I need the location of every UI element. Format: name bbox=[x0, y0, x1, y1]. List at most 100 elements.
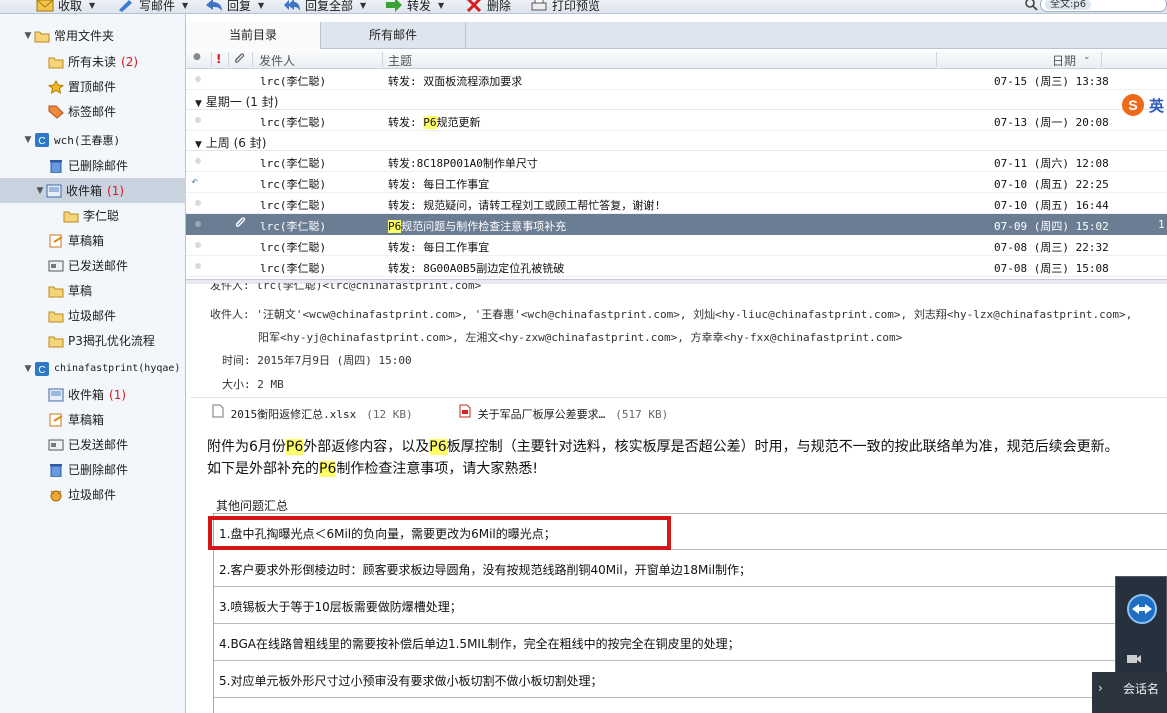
group-header-monday[interactable]: ▼ 星期一 (1 封) bbox=[186, 90, 1167, 110]
collapse-triangle-icon[interactable]: ▼ bbox=[195, 99, 202, 109]
read-dot-icon[interactable] bbox=[195, 117, 201, 123]
tab-current-folder[interactable]: 当前目录 bbox=[186, 22, 321, 49]
read-dot-icon[interactable] bbox=[195, 221, 201, 227]
folder-sidebar: ▼ 常用文件夹 所有未读 (2) 置顶邮件 标签邮件 ▼ C wch(王春惠) 已… bbox=[0, 14, 186, 713]
list-tabs: 当前目录 所有邮件 bbox=[186, 22, 1167, 49]
folder-icon bbox=[34, 31, 50, 42]
message-row[interactable]: ↶ lrc(李仁聪) 转发: 每日工作事宜 07-10 (周五) 22:25 bbox=[186, 172, 1167, 193]
folder-all-unread[interactable]: 所有未读 (2) bbox=[0, 49, 186, 74]
search-input[interactable]: 全文:p6 bbox=[1040, 0, 1167, 12]
session-name-tab[interactable]: › 会话名 bbox=[1092, 672, 1167, 713]
chevron-down-icon[interactable]: ▼ bbox=[438, 1, 444, 10]
remote-control-icon[interactable] bbox=[1124, 591, 1160, 627]
sort-down-icon[interactable]: ⌄ bbox=[1083, 52, 1091, 62]
read-dot-icon[interactable] bbox=[195, 76, 201, 82]
column-divider bbox=[382, 52, 383, 67]
time-line: 时间: 2015年7月9日 (周四) 15:00 bbox=[222, 354, 412, 367]
read-dot-icon[interactable] bbox=[195, 263, 201, 269]
inbox-icon bbox=[48, 388, 64, 401]
group-header-last-week[interactable]: ▼ 上周 (6 封) bbox=[186, 131, 1167, 151]
folder-sent-hyqae[interactable]: 已发送邮件 bbox=[0, 432, 186, 457]
table-row: 4.BGA在线路曾粗线里的需要按补偿后单边1.5MIL制作，完全在粗线中的按完全… bbox=[214, 624, 1167, 661]
folder-junk[interactable]: 垃圾邮件 bbox=[0, 303, 186, 328]
print-preview-button[interactable]: 打印预览 bbox=[530, 0, 600, 13]
folder-pinned[interactable]: 置顶邮件 bbox=[0, 74, 186, 99]
collapse-triangle-icon[interactable]: ▼ bbox=[34, 186, 46, 196]
reply-button[interactable]: 回复 ▼ bbox=[205, 0, 264, 13]
ime-logo-icon: S bbox=[1122, 94, 1144, 116]
remote-session-panel[interactable] bbox=[1115, 576, 1167, 683]
chevron-down-icon[interactable]: ▼ bbox=[182, 1, 188, 10]
message-row[interactable]: lrc(李仁聪) 转发: P6规范更新 07-13 (周一) 20:08 bbox=[186, 110, 1167, 131]
account-c-icon: C bbox=[35, 132, 49, 147]
file-icon bbox=[212, 404, 224, 418]
chevron-down-icon[interactable]: ▼ bbox=[89, 1, 95, 10]
receive-button[interactable]: 收取 ▼ bbox=[36, 0, 95, 13]
message-row[interactable]: lrc(李仁聪) 转发: 8G00A0B5副边定位孔被铣破 07-08 (周三)… bbox=[186, 256, 1167, 277]
folder-icon bbox=[48, 286, 64, 297]
folder-icon bbox=[48, 311, 64, 322]
collapse-triangle-icon[interactable]: ▼ bbox=[22, 31, 34, 41]
write-mail-button[interactable]: 写邮件 ▼ bbox=[117, 0, 188, 13]
subject-column-header[interactable]: 主题 bbox=[388, 52, 412, 69]
sent-icon bbox=[48, 260, 64, 271]
chevron-right-icon[interactable]: › bbox=[1098, 681, 1103, 695]
date-column-header[interactable]: 日期 bbox=[1052, 52, 1076, 69]
ime-toolbar[interactable]: S 英 bbox=[1121, 92, 1167, 118]
account-chinafastprint[interactable]: ▼ C chinafastprint(hyqae) bbox=[0, 356, 186, 381]
attachment-pdf[interactable]: 关于军品厂板厚公差要求… (517 KB) bbox=[459, 404, 668, 422]
read-dot-icon[interactable] bbox=[195, 242, 201, 248]
table-row: 2.客户要求外形倒棱边时：顾客要求板边导圆角，没有按规范线路削铜40Mil，开窗… bbox=[214, 550, 1167, 587]
message-row[interactable]: lrc(李仁聪) 转发: 规范疑问，请转工程刘工或顾工帮忙答复，谢谢! 07-1… bbox=[186, 193, 1167, 214]
folder-deleted-hyqae[interactable]: 已删除邮件 bbox=[0, 457, 186, 482]
sender-column-header[interactable]: 发件人 bbox=[259, 52, 295, 69]
folder-junk-hyqae[interactable]: 垃圾邮件 bbox=[0, 482, 186, 507]
from-line: 发件人: lrc(李仁聪)<lrc@chinafastprint.com> bbox=[210, 283, 482, 292]
collapse-triangle-icon[interactable]: ▼ bbox=[22, 364, 34, 374]
camera-icon[interactable] bbox=[1126, 653, 1142, 665]
delete-button[interactable]: 删除 bbox=[465, 0, 511, 13]
read-status-column-icon[interactable]: ● bbox=[193, 52, 201, 62]
table-row: 5.对应单元板外形尺寸过小预审没有要求做小板切割不做小板切割处理； bbox=[214, 661, 1167, 698]
folder-li-rencong[interactable]: 李仁聪 bbox=[0, 203, 186, 228]
chevron-down-icon[interactable]: ▼ bbox=[360, 1, 366, 10]
read-dot-icon[interactable] bbox=[195, 200, 201, 206]
body-paragraph-1: 附件为6月份P6外部返修内容，以及P6板厚控制（主要针对选料，核实板厚是否超公差… bbox=[207, 439, 1119, 455]
folder-favorites[interactable]: ▼ 常用文件夹 bbox=[0, 23, 186, 48]
search-icon[interactable] bbox=[1024, 0, 1038, 11]
folder-sent[interactable]: 已发送邮件 bbox=[0, 253, 186, 278]
folder-draft[interactable]: 草稿 bbox=[0, 278, 186, 303]
column-divider bbox=[936, 52, 937, 67]
folder-icon bbox=[48, 336, 64, 347]
attachment-xlsx[interactable]: 2015衡阳返修汇总.xlsx (12 KB) bbox=[212, 404, 413, 422]
account-wch[interactable]: ▼ C wch(王春惠) bbox=[0, 127, 186, 152]
folder-p3-process[interactable]: P3揭孔优化流程 bbox=[0, 328, 186, 353]
message-row[interactable]: lrc(李仁聪) 转发: 每日工作事宜 07-08 (周三) 22:32 bbox=[186, 235, 1167, 256]
folder-inbox-wch[interactable]: ▼ 收件箱 (1) bbox=[0, 178, 186, 203]
folder-deleted[interactable]: 已删除邮件 bbox=[0, 153, 186, 178]
message-row[interactable]: lrc(李仁聪) 转发: 双面板流程添加要求 07-15 (周三) 13:38 bbox=[186, 69, 1167, 90]
attachment-icon bbox=[234, 216, 246, 233]
read-dot-icon[interactable] bbox=[195, 158, 201, 164]
search-filter-chip[interactable]: 全文:p6 bbox=[1045, 0, 1092, 10]
recipients-line-2[interactable]: 阳军<hy-yj@chinafastprint.com>, 左湘文<hy-zxw… bbox=[258, 329, 902, 345]
reply-all-button[interactable]: 回复全部 ▼ bbox=[283, 0, 366, 13]
chevron-down-icon[interactable]: ▼ bbox=[258, 1, 264, 10]
folder-drafts-hyqae[interactable]: 草稿箱 bbox=[0, 407, 186, 432]
trash-icon bbox=[50, 159, 62, 173]
tab-all-mail[interactable]: 所有邮件 bbox=[321, 22, 466, 49]
divider bbox=[190, 397, 1167, 398]
message-row-selected[interactable]: lrc(李仁聪) P6规范问题与制作检查注意事项补充 07-09 (周四) 15… bbox=[186, 214, 1167, 235]
folder-tagged[interactable]: 标签邮件 bbox=[0, 99, 186, 124]
folder-inbox-hyqae[interactable]: 收件箱 (1) bbox=[0, 382, 186, 407]
column-divider bbox=[211, 52, 212, 67]
message-row[interactable]: lrc(李仁聪) 转发:8C18P001A0制作单尺寸 07-11 (周六) 1… bbox=[186, 151, 1167, 172]
folder-drafts[interactable]: 草稿箱 bbox=[0, 228, 186, 253]
account-c-icon: C bbox=[35, 361, 49, 376]
forward-button[interactable]: 转发 ▼ bbox=[385, 0, 444, 13]
collapse-triangle-icon[interactable]: ▼ bbox=[195, 140, 202, 150]
collapse-triangle-icon[interactable]: ▼ bbox=[22, 135, 34, 145]
attachment-column-icon[interactable] bbox=[233, 52, 245, 68]
mail-client-window: 收取 ▼ 写邮件 ▼ 回复 ▼ 回复全部 ▼ 转发 ▼ 删除 打印预览 全文:p6 bbox=[0, 0, 1167, 713]
priority-column-icon[interactable]: ! bbox=[216, 52, 221, 66]
